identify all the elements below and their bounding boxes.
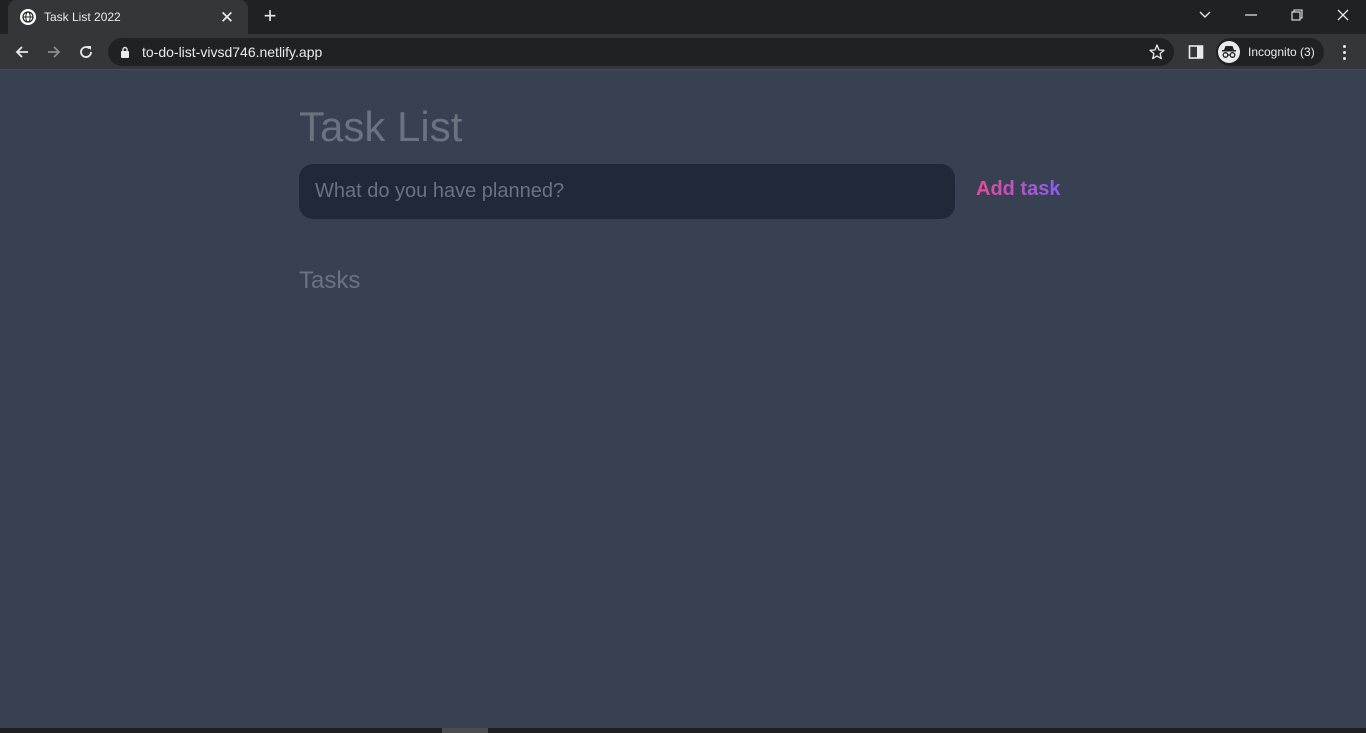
- incognito-profile-button[interactable]: Incognito (3): [1216, 38, 1324, 66]
- browser-toolbar: to-do-list-vivsd746.netlify.app Incognit…: [0, 34, 1366, 70]
- tasks-heading: Tasks: [299, 267, 361, 294]
- tab-close-icon[interactable]: ✕: [218, 9, 236, 26]
- incognito-icon: [1218, 41, 1240, 63]
- incognito-label: Incognito (3): [1248, 45, 1315, 59]
- restore-icon[interactable]: [1274, 0, 1320, 30]
- tab-title: Task List 2022: [44, 10, 121, 24]
- browser-tab[interactable]: Task List 2022 ✕: [8, 0, 248, 34]
- browser-tab-strip: Task List 2022 ✕ +: [0, 0, 1366, 34]
- chevron-down-icon[interactable]: [1182, 0, 1228, 30]
- horizontal-scrollbar[interactable]: [0, 728, 1366, 733]
- new-task-input[interactable]: [299, 164, 955, 219]
- add-task-button[interactable]: Add task: [976, 178, 1060, 201]
- lock-icon[interactable]: [120, 46, 130, 58]
- globe-icon: [20, 9, 36, 25]
- minimize-icon[interactable]: [1228, 0, 1274, 30]
- url-text: to-do-list-vivsd746.netlify.app: [142, 44, 323, 60]
- side-panel-icon[interactable]: [1187, 43, 1205, 61]
- page-title: Task List: [299, 103, 463, 150]
- new-tab-button[interactable]: +: [258, 5, 282, 29]
- more-vert-icon[interactable]: [1334, 42, 1354, 62]
- close-icon[interactable]: [1320, 0, 1366, 30]
- arrow-left-icon[interactable]: [9, 39, 35, 65]
- star-icon[interactable]: [1148, 43, 1166, 61]
- page-viewport: Task List Add task Tasks: [0, 71, 1366, 728]
- arrow-right-icon[interactable]: [41, 39, 67, 65]
- address-bar[interactable]: to-do-list-vivsd746.netlify.app: [108, 38, 1174, 66]
- scrollbar-thumb[interactable]: [442, 728, 488, 733]
- reload-icon[interactable]: [73, 39, 99, 65]
